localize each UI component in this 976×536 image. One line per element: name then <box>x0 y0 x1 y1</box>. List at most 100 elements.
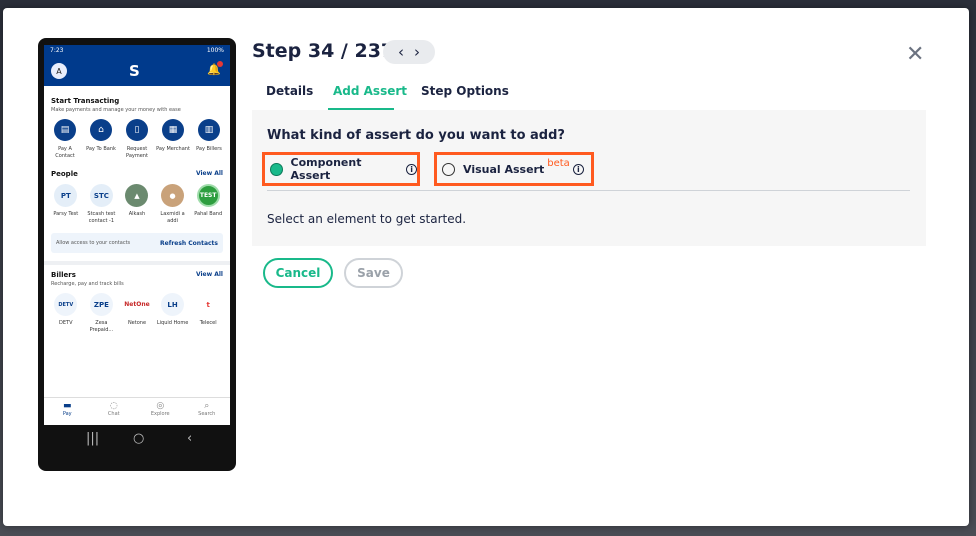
save-button[interactable]: Save <box>344 258 403 288</box>
app-header: A S 🔔 <box>44 56 230 86</box>
component-assert-radio[interactable] <box>270 162 283 176</box>
status-battery: 100% <box>206 47 224 54</box>
quick-action-pay-bank[interactable]: ⌂ Pay To Bank <box>84 119 118 160</box>
notification-dot <box>217 61 223 67</box>
biller-logo: NetOne <box>124 293 150 316</box>
tab-bar: Details Add Assert Step Options <box>252 82 926 111</box>
chevron-left-icon[interactable]: ‹ <box>398 43 404 61</box>
quick-action-label: Pay Merchant <box>156 146 190 152</box>
person-item[interactable]: TEST Pahal Band <box>190 184 226 225</box>
billers-list: DETV DETV ZPE Zesa Prepaid... NetOne Net… <box>48 293 226 334</box>
biller-name: DETV <box>59 320 73 326</box>
tab-add-assert[interactable]: Add Assert <box>333 84 407 98</box>
quick-action-request[interactable]: ▯ Request Payment <box>120 119 154 160</box>
phone-tab-explore[interactable]: ◎ Explore <box>140 398 180 425</box>
component-assert-label: Component Assert <box>290 156 362 182</box>
person-photo: ● <box>161 184 185 207</box>
tab-details[interactable]: Details <box>266 84 313 98</box>
biller-item[interactable]: t Telecel <box>190 293 226 334</box>
select-element-hint: Select an element to get started. <box>267 212 467 226</box>
device-screen[interactable]: 7:23 100% A S 🔔 Start Transacting Make p… <box>44 45 230 425</box>
recents-icon[interactable]: ||| <box>86 431 99 446</box>
step-title: Step 34 / 237 <box>252 40 395 62</box>
visual-assert-radio[interactable] <box>442 162 455 176</box>
assert-question: What kind of assert do you want to add? <box>267 128 565 143</box>
assert-type-panel: What kind of assert do you want to add? … <box>252 110 926 246</box>
billers-view-all[interactable]: View All <box>196 271 223 279</box>
phone-tab-label: Chat <box>107 411 120 417</box>
biller-name: Liquid Home <box>156 320 189 326</box>
biller-logo: t <box>196 293 220 316</box>
person-item[interactable]: ▲ Alkash <box>119 184 155 225</box>
billers-subtitle: Recharge, pay and track bills <box>51 281 124 287</box>
phone-tab-pay[interactable]: ▬ Pay <box>47 398 87 425</box>
person-photo: ▲ <box>125 184 149 207</box>
start-transacting-subtitle: Make payments and manage your money with… <box>51 107 181 113</box>
person-name: Pahal Band <box>194 211 223 217</box>
chevron-right-icon[interactable]: › <box>414 43 420 61</box>
billers-title: Billers <box>51 271 76 279</box>
biller-logo: LH <box>161 293 185 316</box>
section-divider <box>44 261 230 265</box>
person-item[interactable]: ● Laxmidi a addi <box>155 184 191 225</box>
info-icon[interactable]: i <box>406 163 417 175</box>
component-assert-option[interactable]: Component Assert i <box>262 152 420 186</box>
tab-step-options[interactable]: Step Options <box>421 84 509 98</box>
bank-icon: ⌂ <box>90 119 112 141</box>
biller-item[interactable]: NetOne Netone <box>119 293 155 334</box>
biller-item[interactable]: ZPE Zesa Prepaid... <box>84 293 120 334</box>
person-name: Laxmidi a addi <box>160 211 185 224</box>
biller-item[interactable]: LH Liquid Home <box>155 293 191 334</box>
step-navigator: ‹ › <box>383 40 435 64</box>
android-nav-bar: ||| ○ ‹ <box>44 425 230 459</box>
phone-tab-bar: ▬ Pay ◌ Chat ◎ Explore ⌕ Search <box>44 397 230 425</box>
status-bar: 7:23 100% <box>44 45 230 56</box>
compass-icon: ◎ <box>156 401 165 411</box>
biller-logo: DETV <box>54 293 78 316</box>
info-icon[interactable]: i <box>572 163 584 175</box>
app-logo: S <box>129 62 140 80</box>
close-icon[interactable]: ✕ <box>906 42 924 67</box>
phone-tab-chat[interactable]: ◌ Chat <box>94 398 134 425</box>
contact-icon: ▤ <box>54 119 76 141</box>
people-view-all[interactable]: View All <box>196 170 223 178</box>
quick-action-label: Pay Billers <box>196 146 222 152</box>
device-preview: 7:23 100% A S 🔔 Start Transacting Make p… <box>38 38 236 471</box>
status-time: 7:23 <box>50 47 64 54</box>
avatar[interactable]: A <box>51 63 67 79</box>
person-avatar: STC <box>89 184 113 207</box>
people-title: People <box>51 170 78 178</box>
back-icon[interactable]: ‹ <box>187 431 192 446</box>
home-icon[interactable]: ○ <box>133 431 144 446</box>
visual-assert-option[interactable]: Visual Assert beta i <box>434 152 594 186</box>
person-item[interactable]: STC Stcash test contact -1 <box>84 184 120 225</box>
refresh-contacts-banner: Allow access to your contacts Refresh Co… <box>51 233 223 253</box>
person-avatar: PT <box>54 184 78 207</box>
people-list: PT Parsy Test STC Stcash test contact -1… <box>48 184 226 225</box>
quick-action-label: Request Payment <box>126 146 148 159</box>
quick-action-billers[interactable]: ▥ Pay Billers <box>192 119 226 160</box>
biller-logo: ZPE <box>89 293 113 316</box>
biller-name: Netone <box>127 320 147 326</box>
visual-assert-label: Visual Assert <box>463 162 545 176</box>
quick-action-label: Pay To Bank <box>86 146 116 152</box>
phone-tab-search[interactable]: ⌕ Search <box>187 398 227 425</box>
people-header: People View All <box>51 170 223 178</box>
quick-action-pay-contact[interactable]: ▤ Pay A Contact <box>48 119 82 160</box>
refresh-contacts-button[interactable]: Refresh Contacts <box>160 240 218 247</box>
request-icon: ▯ <box>126 119 148 141</box>
person-name: Stcash test contact -1 <box>87 211 116 224</box>
biller-item[interactable]: DETV DETV <box>48 293 84 334</box>
chat-icon: ◌ <box>109 401 118 411</box>
beta-badge: beta <box>547 157 570 169</box>
person-item[interactable]: PT Parsy Test <box>48 184 84 225</box>
biller-name: Zesa Prepaid... <box>89 320 114 333</box>
search-icon: ⌕ <box>204 401 210 411</box>
phone-tab-label: Explore <box>150 411 170 417</box>
bill-icon: ▥ <box>198 119 220 141</box>
cancel-button[interactable]: Cancel <box>263 258 333 288</box>
quick-actions: ▤ Pay A Contact ⌂ Pay To Bank ▯ Request … <box>48 119 226 160</box>
quick-action-label: Pay A Contact <box>55 146 75 159</box>
quick-action-merchant[interactable]: ▦ Pay Merchant <box>156 119 190 160</box>
phone-tab-label: Search <box>198 411 216 417</box>
